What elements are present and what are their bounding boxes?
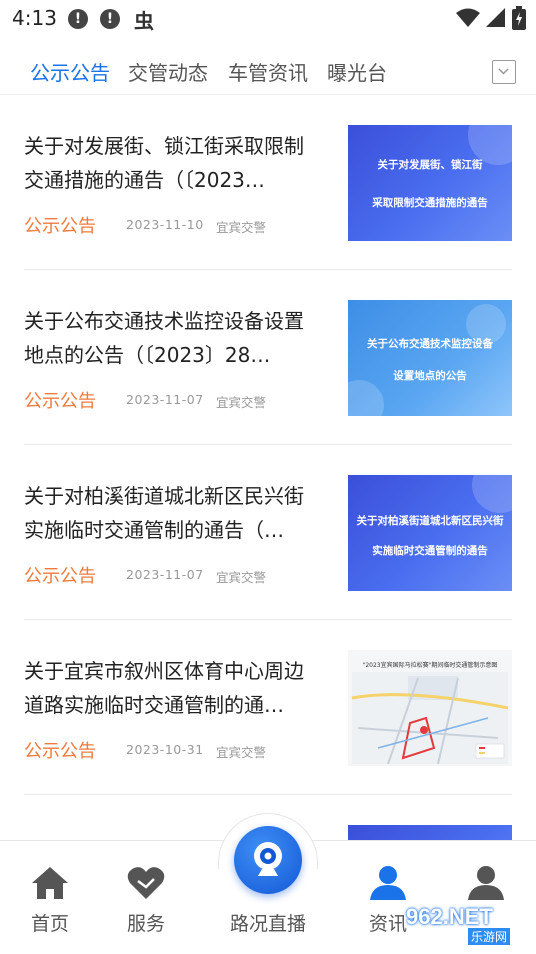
thumbnail-line: 关于对发展街、锁江街 bbox=[377, 159, 483, 171]
watermark-logo: 962.NET 乐游网 bbox=[396, 900, 532, 946]
profile-icon bbox=[468, 866, 504, 900]
news-category: 公示公告 bbox=[24, 216, 96, 237]
news-date: 2023-11-10 bbox=[126, 217, 204, 232]
nav-service[interactable]: 服务 bbox=[96, 841, 196, 954]
thumbnail-line: 设置地点的公告 bbox=[393, 370, 467, 382]
news-item[interactable]: 关于宜宾市叙州区体育中心周边道路实施临时交通管制的通… 公示公告 2023-10… bbox=[24, 620, 512, 795]
news-category: 公示公告 bbox=[24, 566, 96, 587]
alert-icon: ! bbox=[68, 9, 88, 29]
news-list: 关于对发展街、锁江街采取限制交通措施的通告（〔2023… 公示公告 2023-1… bbox=[0, 95, 536, 840]
news-item[interactable]: 关于公布交通技术监控设备设置地点的公告（〔2023〕28… 公示公告 2023-… bbox=[24, 270, 512, 445]
thumbnail-line: 关于对柏溪街道城北新区民兴街 bbox=[356, 515, 504, 527]
wifi-icon bbox=[456, 8, 480, 27]
battery-icon bbox=[512, 6, 526, 30]
news-source: 宜宾交警 bbox=[216, 745, 267, 760]
news-thumbnail: 关于公布交通技术监控设备 设置地点的公告 bbox=[348, 300, 512, 416]
signal-icon bbox=[486, 8, 505, 27]
chevron-down-icon bbox=[498, 68, 509, 75]
news-date: 2023-11-07 bbox=[126, 392, 204, 407]
news-thumbnail: 关于对柏溪街道城北新区民兴街 实施临时交通管制的通告 bbox=[348, 475, 512, 591]
alert-icon: ! bbox=[100, 9, 120, 29]
news-title: 关于对发展街、锁江街采取限制交通措施的通告（〔2023… bbox=[24, 134, 304, 192]
thumbnail-line: 采取限制交通措施的通告 bbox=[372, 197, 488, 209]
news-title: 关于公布交通技术监控设备设置地点的公告（〔2023〕28… bbox=[24, 309, 304, 367]
news-source: 宜宾交警 bbox=[216, 570, 267, 585]
tab-traffic-news[interactable]: 交管动态 bbox=[128, 57, 208, 86]
nav-service-label: 服务 bbox=[126, 913, 165, 935]
thumbnail-line: 关于公布交通技术监控设备 bbox=[367, 338, 493, 350]
tabs-dropdown-button[interactable] bbox=[492, 60, 516, 84]
tab-announcements[interactable]: 公示公告 bbox=[30, 57, 110, 86]
news-category: 公示公告 bbox=[24, 741, 96, 762]
webcam-icon bbox=[254, 842, 282, 876]
news-thumbnail: 关于对发展街、锁江街 采取限制交通措施的通告 bbox=[348, 125, 512, 241]
live-stream-button[interactable] bbox=[234, 826, 302, 894]
news-date: 2023-10-31 bbox=[126, 742, 204, 757]
map-image bbox=[351, 672, 509, 765]
user-info-icon bbox=[370, 866, 406, 900]
watermark-text: 962.NET bbox=[406, 904, 493, 929]
news-item[interactable]: 关于对柏溪街道城北新区民兴街实施临时交通管制的通告（… 公示公告 2023-11… bbox=[24, 445, 512, 620]
thumbnail-line: 实施临时交通管制的通告 bbox=[372, 545, 488, 557]
category-tabs: 公示公告 交管动态 车管资讯 曝光台 bbox=[0, 50, 536, 94]
tab-exposure[interactable]: 曝光台 bbox=[327, 57, 387, 86]
news-thumbnail-map: "2023宜宾国际马拉松赛"期间临时交通管制示意图 bbox=[348, 650, 512, 766]
tab-vehicle-info[interactable]: 车管资讯 bbox=[228, 57, 308, 86]
bug-icon: 虫 bbox=[134, 9, 154, 33]
news-category: 公示公告 bbox=[24, 391, 96, 412]
news-title: 关于对柏溪街道城北新区民兴街实施临时交通管制的通告（… bbox=[24, 484, 304, 542]
news-thumbnail bbox=[348, 825, 512, 840]
nav-home-label: 首页 bbox=[30, 913, 69, 935]
status-bar: 4:13 ! ! 虫 bbox=[0, 0, 536, 38]
news-title: 关于宜宾市叙州区体育中心周边道路实施临时交通管制的通… bbox=[24, 659, 304, 717]
status-time: 4:13 bbox=[12, 6, 57, 30]
nav-live-label: 路况直播 bbox=[229, 913, 306, 935]
nav-home[interactable]: 首页 bbox=[0, 841, 100, 954]
news-date: 2023-11-07 bbox=[126, 567, 204, 582]
home-icon bbox=[32, 867, 68, 899]
news-item[interactable]: 关于对发展街、锁江街采取限制交通措施的通告（〔2023… 公示公告 2023-1… bbox=[24, 95, 512, 270]
service-heart-icon bbox=[127, 867, 165, 899]
watermark-subtext: 乐游网 bbox=[468, 928, 511, 945]
news-source: 宜宾交警 bbox=[216, 395, 267, 410]
news-source: 宜宾交警 bbox=[216, 220, 267, 235]
